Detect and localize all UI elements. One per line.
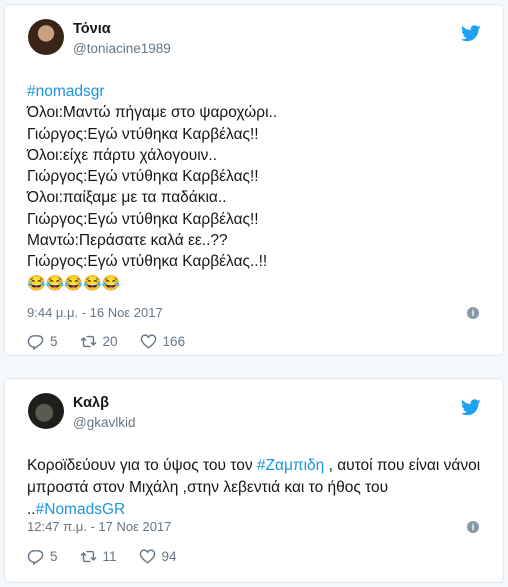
reply-count: 5	[50, 548, 58, 564]
twitter-bird-icon[interactable]	[461, 25, 481, 42]
retweet-count: 11	[102, 548, 117, 564]
action-bar: 5 11 94	[27, 546, 199, 566]
retweet-icon	[80, 335, 96, 347]
tweet-card[interactable]: Καλβ @gkavlkid Κοροϊδεύουν για το ύψος τ…	[4, 378, 504, 583]
like-count: 166	[162, 333, 186, 349]
like-icon	[140, 333, 156, 349]
timestamp[interactable]: 12:47 π.μ. - 17 Νοε 2017	[27, 519, 171, 534]
reply-icon	[27, 334, 44, 350]
like-icon	[139, 548, 155, 564]
info-icon[interactable]: i	[467, 521, 479, 533]
retweet-count: 20	[102, 333, 118, 349]
tweet-line: Μαντώ:Περάσατε καλά εε..??	[27, 232, 228, 250]
tweet-line: Όλοι:Μαντώ πήγαμε στο ψαροχώρι..	[27, 104, 278, 122]
tweet-line: Γιώργος:Εγώ ντύθηκα Καρβέλας!!	[27, 168, 259, 186]
like-button[interactable]: 166	[140, 333, 186, 350]
tweet-line: Γιώργος:Εγώ ντύθηκα Καρβέλας!!	[27, 125, 259, 143]
like-count: 94	[161, 548, 177, 564]
like-button[interactable]: 94	[139, 548, 177, 565]
tweet-text: Κοροϊδεύουν για το ύψος του τον #Ζαμπιδη…	[27, 455, 487, 521]
user-handle[interactable]: @gkavlkid	[73, 415, 135, 430]
hashtag-link[interactable]: #nomadsgr	[27, 81, 487, 102]
retweet-button[interactable]: 20	[80, 333, 118, 350]
user-name[interactable]: Τόνια	[73, 21, 111, 37]
tweet-card[interactable]: Τόνια @toniacine1989 #nomadsgr Όλοι:Μαντ…	[4, 4, 504, 356]
user-name[interactable]: Καλβ	[73, 395, 109, 411]
reply-count: 5	[50, 333, 58, 349]
reply-icon	[27, 549, 44, 565]
tweet-line: Γιώργος:Εγώ ντύθηκα Καρβέλας!!	[27, 210, 259, 228]
user-handle[interactable]: @toniacine1989	[73, 41, 171, 56]
avatar[interactable]	[28, 19, 64, 55]
action-bar: 5 20 166	[27, 331, 207, 351]
hashtag-link[interactable]: #NomadsGR	[36, 501, 126, 518]
reply-button[interactable]: 5	[27, 548, 58, 565]
twitter-bird-icon[interactable]	[461, 399, 481, 416]
hashtag-link[interactable]: #Ζαμπιδη	[257, 457, 324, 474]
retweet-icon	[80, 550, 96, 562]
info-icon[interactable]: i	[467, 307, 479, 319]
tweet-line: Γιώργος:Εγώ ντύθηκα Καρβέλας..!!	[27, 253, 268, 271]
emoji-line: 😂😂😂😂😂	[27, 274, 121, 292]
avatar[interactable]	[28, 393, 64, 429]
tweet-text: #nomadsgr Όλοι:Μαντώ πήγαμε στο ψαροχώρι…	[27, 81, 487, 294]
tweet-text-part: Κοροϊδεύουν για το ύψος του τον	[27, 457, 257, 474]
timestamp[interactable]: 9:44 μ.μ. - 16 Νοε 2017	[27, 305, 163, 320]
reply-button[interactable]: 5	[27, 333, 58, 350]
retweet-button[interactable]: 11	[80, 548, 117, 565]
tweet-line: Όλοι:παίξαμε με τα παδάκια..	[27, 189, 227, 207]
tweet-line: Όλοι:είχε πάρτυ χάλογουιν..	[27, 146, 218, 164]
